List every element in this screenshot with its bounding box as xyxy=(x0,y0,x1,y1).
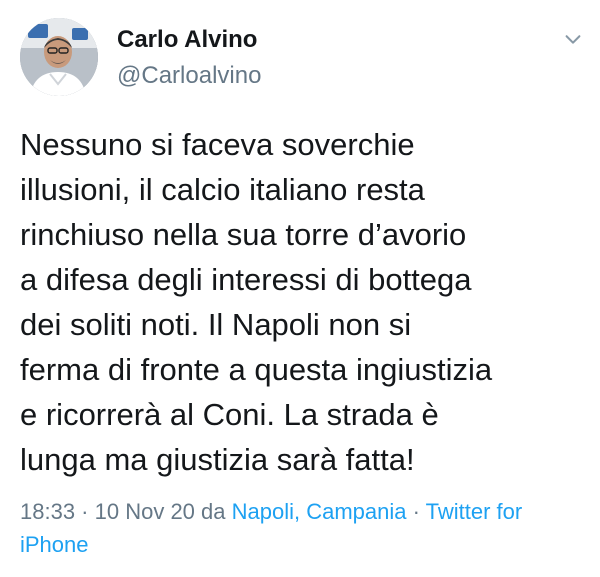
tweet-location-link[interactable]: Napoli, Campania xyxy=(232,499,407,524)
tweet-meta: 18:33 · 10 Nov 20 da Napoli, Campania · … xyxy=(20,495,580,561)
meta-separator: · xyxy=(406,499,426,524)
author-avatar[interactable] xyxy=(20,18,98,96)
profile-photo-icon xyxy=(20,18,98,96)
tweet-date[interactable]: 10 Nov 20 xyxy=(95,499,195,524)
chevron-down-icon[interactable] xyxy=(562,28,584,50)
author-name[interactable]: Carlo Alvino xyxy=(117,26,257,54)
meta-separator: · xyxy=(75,499,95,524)
tweet-text: Nessuno si faceva soverchie illusioni, i… xyxy=(20,127,493,477)
tweet-card: Carlo Alvino @Carloalvino Nessuno si fac… xyxy=(0,0,600,577)
author-handle[interactable]: @Carloalvino xyxy=(117,62,261,90)
meta-from-word: da xyxy=(194,499,232,524)
tweet-time[interactable]: 18:33 xyxy=(20,499,75,524)
